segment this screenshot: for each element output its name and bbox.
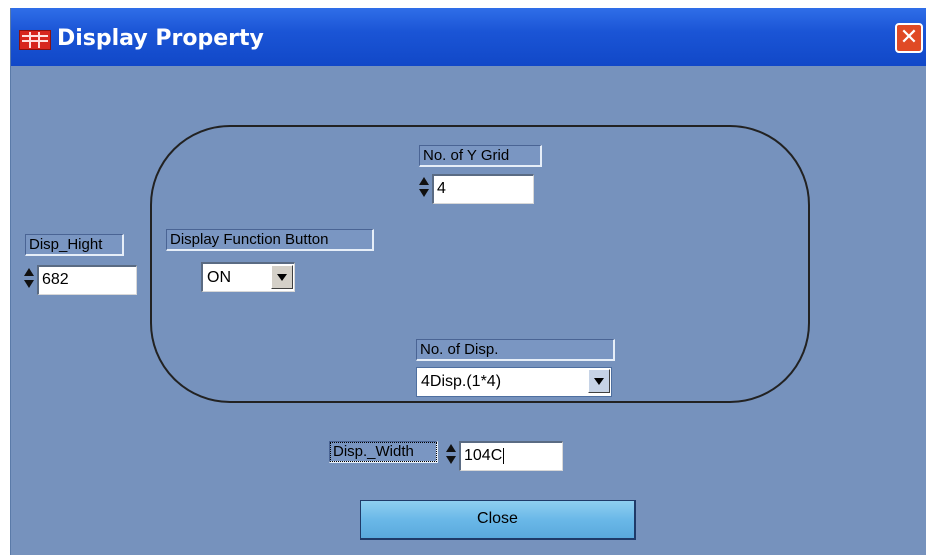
no-of-disp-select[interactable]: 4Disp.(1*4) — [416, 367, 612, 397]
disp-width-label: Disp._Width — [329, 441, 438, 463]
spin-down-icon[interactable] — [419, 189, 429, 197]
disp-width-input[interactable]: 104C — [459, 441, 563, 471]
disp-width-value: 104C — [464, 447, 503, 464]
function-button-select[interactable]: ON — [201, 262, 295, 292]
close-window-button[interactable]: ✕ — [895, 23, 923, 53]
window-title: Display Property — [57, 26, 264, 51]
title-bar[interactable]: Display Property ✕ — [11, 8, 926, 66]
text-caret — [503, 447, 505, 464]
display-property-window: Display Property ✕ No. of Y Grid 4 Disp_… — [10, 8, 926, 555]
no-of-disp-value: 4Disp.(1*4) — [421, 373, 502, 390]
spin-up-icon[interactable] — [446, 444, 456, 452]
app-icon — [19, 30, 51, 50]
chevron-down-icon[interactable] — [271, 265, 293, 289]
disp-hight-spinner[interactable] — [23, 265, 35, 292]
function-button-label: Display Function Button — [166, 229, 374, 251]
spin-down-icon[interactable] — [446, 456, 456, 464]
disp-width-spinner[interactable] — [445, 441, 457, 468]
y-grid-input[interactable]: 4 — [432, 174, 534, 204]
disp-hight-label: Disp_Hight — [25, 234, 124, 256]
spin-down-icon[interactable] — [24, 280, 34, 288]
no-of-disp-label: No. of Disp. — [416, 339, 615, 361]
disp-hight-input[interactable]: 682 — [37, 265, 137, 295]
chevron-down-icon[interactable] — [588, 369, 610, 393]
y-grid-spinner[interactable] — [418, 174, 430, 201]
function-button-value: ON — [207, 269, 231, 286]
spin-up-icon[interactable] — [24, 268, 34, 276]
close-button[interactable]: Close — [360, 500, 636, 540]
y-grid-label: No. of Y Grid — [419, 145, 542, 167]
spin-up-icon[interactable] — [419, 177, 429, 185]
